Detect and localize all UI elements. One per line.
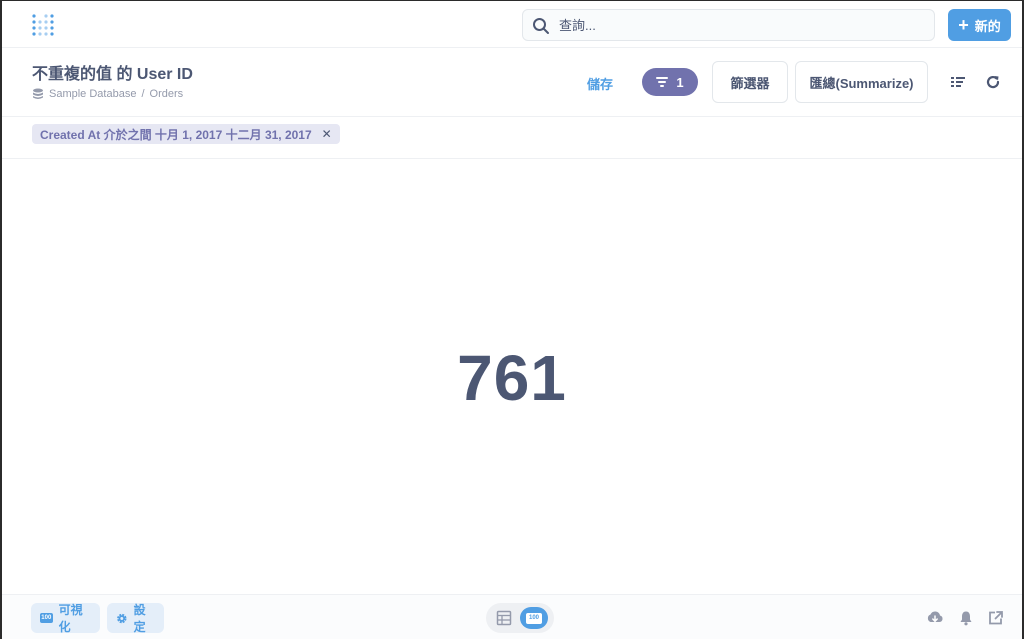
visualization-button[interactable]: 100 可視化 (31, 603, 100, 634)
scalar-visualization: 761 (2, 160, 1022, 594)
number-badge-icon: 100 (526, 612, 542, 624)
bell-icon[interactable] (957, 610, 975, 626)
search-input[interactable] (559, 10, 919, 40)
save-button[interactable]: 儲存 (587, 74, 613, 93)
filter-chip[interactable]: Created At 介於之間 十月 1, 2017 十二月 31, 2017 … (32, 124, 340, 144)
view-footer: 100 可視化 設定 100 (2, 594, 1022, 639)
view-toggle[interactable]: 100 (486, 603, 554, 633)
filter-count: 1 (676, 74, 684, 90)
share-external-icon[interactable] (987, 610, 1005, 626)
download-icon[interactable] (926, 610, 944, 626)
breadcrumb-table[interactable]: Orders (150, 88, 184, 100)
filter-count-pill[interactable]: 1 (642, 68, 698, 96)
filter-icon (656, 77, 669, 87)
settings-button-label: 設定 (133, 603, 146, 634)
scalar-value[interactable]: 761 (457, 341, 567, 415)
visualization-button-label: 可視化 (58, 603, 83, 634)
search-icon (533, 18, 549, 34)
number-icon: 100 (40, 613, 53, 623)
database-icon (33, 88, 43, 99)
close-icon[interactable]: ✕ (322, 127, 332, 141)
notebook-editor-icon[interactable] (950, 74, 966, 90)
breadcrumb-separator: / (141, 88, 145, 100)
summarize-button[interactable]: 匯總(Summarize) (795, 61, 928, 103)
filter-bar: Created At 介於之間 十月 1, 2017 十二月 31, 2017 … (2, 117, 1022, 159)
top-navbar: + 新的 (2, 1, 1022, 48)
new-button[interactable]: + 新的 (948, 9, 1011, 41)
filter-button[interactable]: 篩選器 (712, 61, 788, 103)
plus-icon: + (958, 15, 969, 35)
settings-button[interactable]: 設定 (107, 603, 164, 634)
scalar-view-toggle[interactable]: 100 (520, 607, 548, 629)
search-bar[interactable] (522, 9, 935, 41)
refresh-icon[interactable] (985, 74, 1001, 90)
gear-icon (117, 613, 127, 623)
filter-chip-label: Created At 介於之間 十月 1, 2017 十二月 31, 2017 (40, 127, 312, 142)
breadcrumb-database[interactable]: Sample Database (49, 88, 136, 100)
question-header: 不重複的值 的 User ID Sample Database / Orders… (2, 48, 1022, 117)
metabase-logo-icon[interactable] (30, 12, 56, 38)
breadcrumb: Sample Database / Orders (32, 88, 183, 100)
new-button-label: 新的 (974, 18, 1001, 34)
page-title: 不重複的值 的 User ID (32, 66, 193, 83)
table-icon[interactable] (496, 610, 512, 626)
